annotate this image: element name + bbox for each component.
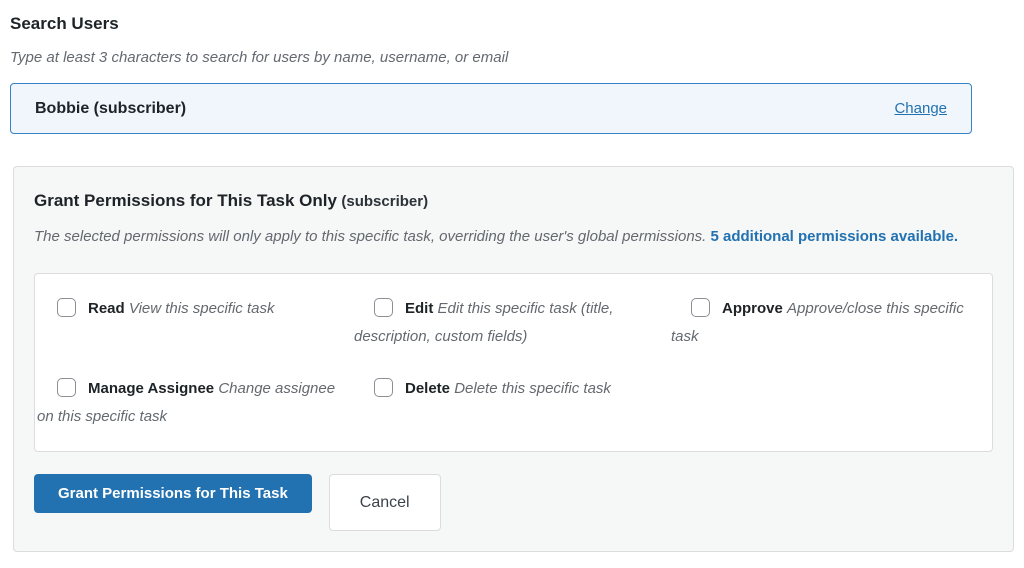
search-users-section: Search Users Type at least 3 characters …: [10, 14, 1014, 134]
cancel-button[interactable]: Cancel: [329, 474, 441, 531]
permission-item-delete[interactable]: Delete Delete this specific task: [354, 375, 671, 431]
permission-description: Delete this specific task: [454, 380, 611, 397]
permission-item-manage-assignee[interactable]: Manage Assignee Change assignee on this …: [37, 375, 354, 431]
delete-checkbox[interactable]: [374, 378, 393, 397]
read-checkbox[interactable]: [57, 298, 76, 317]
approve-checkbox[interactable]: [691, 298, 710, 317]
button-row: Grant Permissions for This Task Cancel: [34, 474, 993, 531]
additional-permissions-link[interactable]: 5 additional permissions available.: [711, 228, 959, 245]
permission-name: Delete: [405, 380, 450, 397]
permission-item-read[interactable]: Read View this specific task: [37, 295, 354, 351]
selected-user-box: Bobbie (subscriber) Change: [10, 83, 972, 134]
search-users-title: Search Users: [10, 14, 1014, 34]
panel-title-role-suffix: (subscriber): [341, 193, 428, 210]
edit-checkbox[interactable]: [374, 298, 393, 317]
panel-description: The selected permissions will only apply…: [34, 224, 989, 250]
permissions-box: Read View this specific task Edit Edit t…: [34, 273, 993, 452]
permission-item-edit[interactable]: Edit Edit this specific task (title, des…: [354, 295, 671, 351]
selected-user-name: Bobbie (subscriber): [35, 100, 186, 118]
grant-permissions-panel: Grant Permissions for This Task Only (su…: [13, 166, 1014, 552]
permission-name: Read: [88, 300, 125, 317]
permission-description: View this specific task: [129, 300, 275, 317]
permission-name: Approve: [722, 300, 783, 317]
panel-heading: Grant Permissions for This Task Only (su…: [34, 191, 993, 211]
search-users-hint: Type at least 3 characters to search for…: [10, 49, 1014, 66]
manage-assignee-checkbox[interactable]: [57, 378, 76, 397]
permission-item-approve[interactable]: Approve Approve/close this specific task: [671, 295, 988, 351]
permissions-grid: Read View this specific task Edit Edit t…: [37, 295, 988, 431]
grant-permissions-button[interactable]: Grant Permissions for This Task: [34, 474, 312, 513]
permission-name: Manage Assignee: [88, 380, 214, 397]
panel-description-text: The selected permissions will only apply…: [34, 228, 706, 245]
permission-description: Approve/close this specific task: [671, 300, 964, 345]
change-user-link[interactable]: Change: [894, 100, 947, 117]
panel-title: Grant Permissions for This Task Only: [34, 191, 337, 210]
permission-name: Edit: [405, 300, 433, 317]
page: Search Users Type at least 3 characters …: [0, 0, 1024, 552]
